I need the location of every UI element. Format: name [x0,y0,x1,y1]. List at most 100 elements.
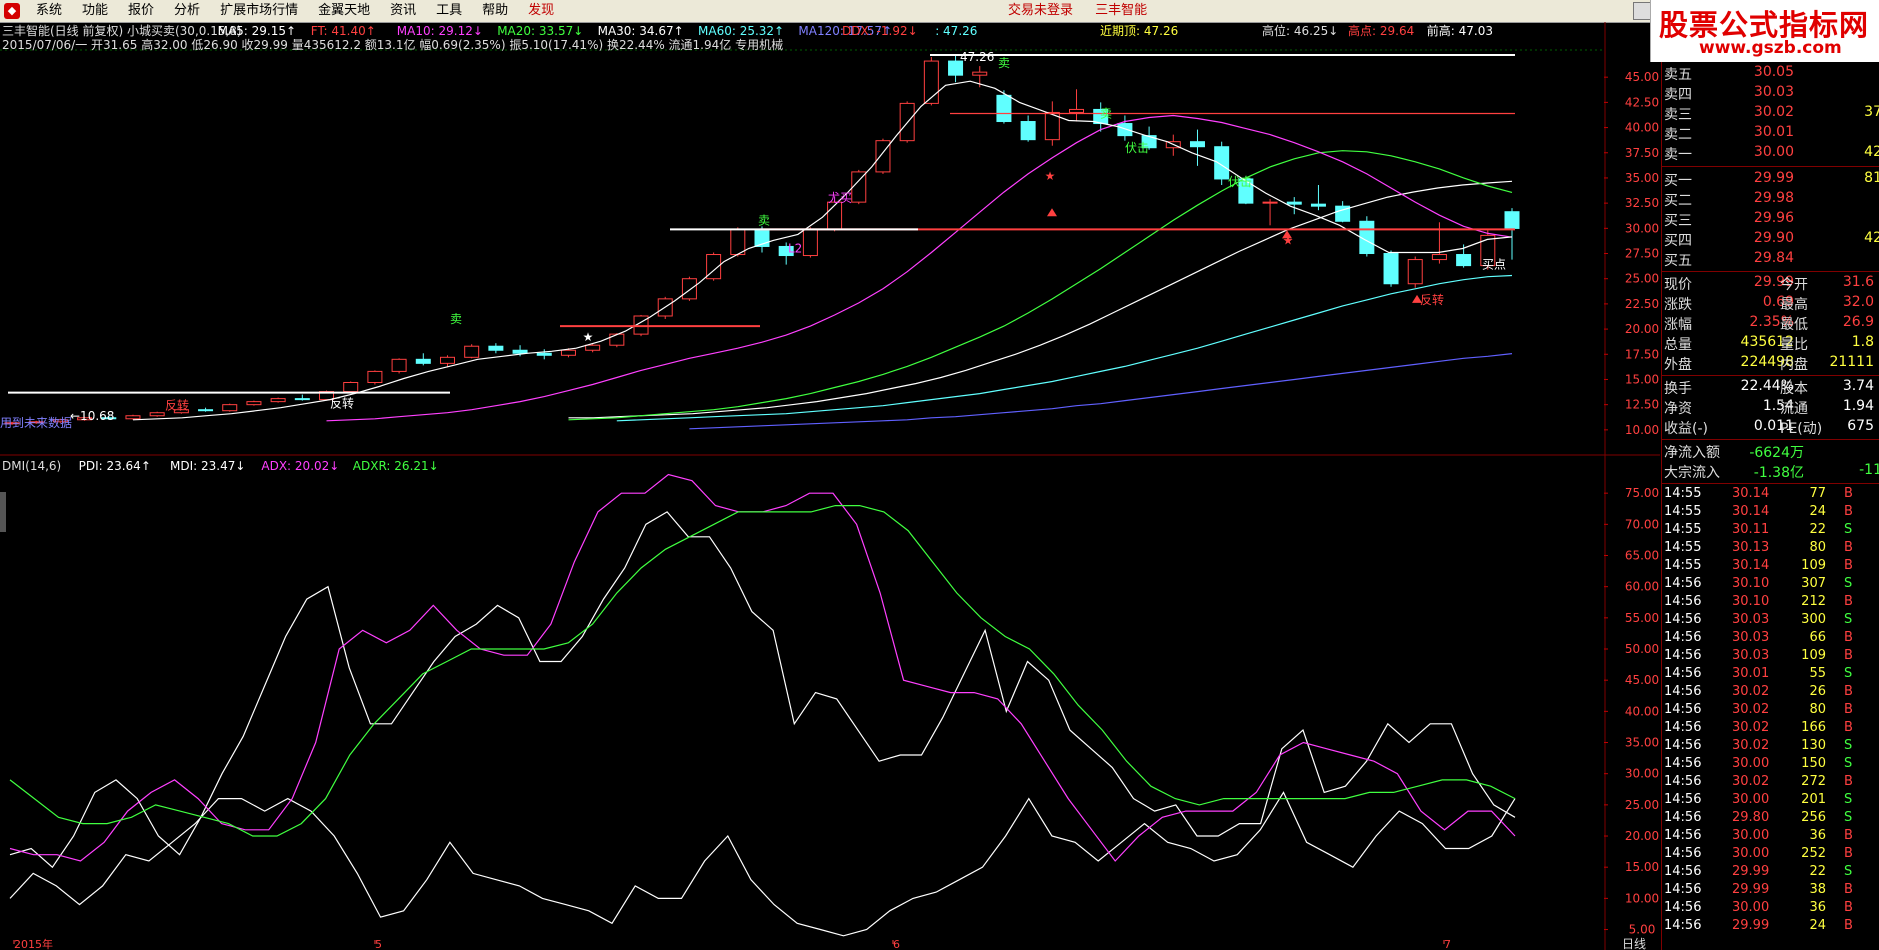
price-axis-label: 12.50 [1625,398,1659,412]
tick-volume: 201 [1801,792,1826,807]
dmi-axis-label: 50.00 [1625,642,1659,656]
stat-label-2: 内盘 [1780,357,1808,373]
ask-row-4[interactable]: 卖一 30.00 42 [1662,144,1879,164]
ask-row-3[interactable]: 卖二 30.01 [1662,124,1879,144]
tick-time: 14:56 [1664,774,1702,789]
tick-volume: 55 [1809,666,1826,681]
tick-price: 29.80 [1732,810,1770,825]
tick-side: S [1844,666,1853,681]
bid-label: 买一 [1664,173,1692,189]
header-item-10: 近期顶: 47.26 [1100,24,1178,38]
ask-row-2[interactable]: 卖三 30.02 37 [1662,104,1879,124]
brand-watermark: 股票公式指标网 www.gszb.com [1650,0,1879,62]
signal-label: 反转 [1420,292,1444,307]
price-axis-label: 37.50 [1625,146,1659,160]
ask-label: 卖二 [1664,127,1692,143]
adxr-line [9,791,1516,937]
dmi-axis-label: 40.00 [1625,704,1659,718]
tick-price: 30.03 [1732,648,1770,663]
tick-volume: 36 [1809,828,1826,843]
bid-row-0[interactable]: 买一 29.99 81 [1662,170,1879,190]
tick-time: 14:56 [1664,810,1702,825]
tick-price: 30.14 [1732,504,1770,519]
menu-item-2[interactable]: 报价 [118,0,164,22]
menu-item-6[interactable]: 资讯 [380,0,426,22]
dmi-axis-label: 25.00 [1625,798,1659,812]
kline-chart[interactable]: 三丰智能(日线 前复权) 小城买卖(30,0.15,8)MA5: 29.15↑ F… [0,22,1660,950]
quote-panel: 卖五 30.05 卖四 30.03 卖三 30.02 37 卖二 30.01 卖一 30.00 42 买… [1661,62,1879,950]
bid-row-3[interactable]: 买四 29.90 42 [1662,230,1879,250]
tick-side: B [1844,558,1853,573]
tick-row: 14:55 30.14 77 B [1662,486,1879,504]
stat2-value-2: 3.74 [1842,378,1874,394]
signal-label: 伏击 [1228,175,1252,189]
ask-row-1[interactable]: 卖四 30.03 [1662,84,1879,104]
menu-item-8[interactable]: 帮助 [472,0,518,22]
header-item-1: MA5: 29.15↑ [218,24,296,38]
flow-row-0: 净流入额 -6624万 [1662,442,1879,462]
tick-volume: 26 [1809,684,1826,699]
ask-row-0[interactable]: 卖五 30.05 [1662,64,1879,84]
stat-label: 涨幅 [1664,317,1692,333]
bid-row-4[interactable]: 买五 29.84 [1662,250,1879,270]
menu-item-4[interactable]: 扩展市场行情 [210,0,308,22]
tick-row: 14:56 30.02 80 B [1662,702,1879,720]
flow-value-2: -11 [1859,462,1879,478]
tick-row: 14:56 30.03 66 B [1662,630,1879,648]
time-axis-label: 7 [1444,938,1451,950]
bid-volume: 81 [1864,170,1879,186]
tick-price: 30.02 [1732,684,1770,699]
ma60-line [616,274,1513,422]
stat-label: 现价 [1664,277,1692,293]
candle-body [1310,203,1326,207]
header-item-12: 高点: 29.64 [1348,23,1414,38]
menu-item-3[interactable]: 分析 [164,0,210,22]
tick-side: B [1844,486,1853,501]
candle-body [851,171,867,203]
price-axis-label: 27.50 [1625,247,1659,261]
stat2-row-1: 净资 1.54 流通 1.94 [1662,398,1879,418]
stat2-label-2: 流通 [1780,401,1808,417]
tick-price: 30.02 [1732,738,1770,753]
tick-price: 29.99 [1732,918,1770,933]
header-item-6: MA60: 25.32↑ [698,24,784,38]
signal-label: 伏击 [1125,141,1149,155]
bid-row-1[interactable]: 买二 29.98 [1662,190,1879,210]
tick-time: 14:55 [1664,540,1702,555]
candle-body [560,349,576,356]
tick-side: B [1844,594,1853,609]
tick-row: 14:56 29.99 38 B [1662,882,1879,900]
menu-item-7[interactable]: 工具 [426,0,472,22]
tick-volume: 38 [1809,882,1826,897]
candle-body [1431,254,1447,261]
stat2-row-0: 换手 22.44% 股本 3.74 [1662,378,1879,398]
minimize-icon[interactable] [1633,2,1651,20]
trade-login-status[interactable]: 交易未登录 [1008,3,1073,18]
signal-arrow-icon [1047,208,1057,217]
bid-row-2[interactable]: 买三 29.96 [1662,210,1879,230]
app-logo-icon[interactable]: ◆ [4,3,20,19]
tick-side: B [1844,540,1853,555]
tick-side: B [1844,828,1853,843]
bid-price: 29.98 [1753,190,1794,206]
candle-body [827,201,843,230]
ticks-separator [1662,483,1879,484]
tick-time: 14:56 [1664,882,1702,897]
dmi-axis-label: 75.00 [1625,486,1659,500]
tick-volume: 307 [1801,576,1826,591]
menu-item-0[interactable]: 系统 [26,0,72,22]
menu-item-1[interactable]: 功能 [72,0,118,22]
stat-label: 涨跌 [1664,297,1692,313]
tick-time: 14:55 [1664,486,1702,501]
menu-item-5[interactable]: 金翼天地 [308,0,380,22]
tick-row: 14:56 30.01 55 S [1662,666,1879,684]
tick-volume: 109 [1801,648,1826,663]
menu-item-9[interactable]: 发现 [518,0,564,22]
header-item-0: 三丰智能(日线 前复权) 小城买卖(30,0.15,8) [2,23,242,38]
tick-side: B [1844,882,1853,897]
tick-row: 14:56 30.00 252 B [1662,846,1879,864]
tick-time: 14:56 [1664,702,1702,717]
collapse-handle[interactable] [0,492,6,532]
tick-row: 14:56 30.03 109 B [1662,648,1879,666]
dmi-axis-label: 45.00 [1625,673,1659,687]
